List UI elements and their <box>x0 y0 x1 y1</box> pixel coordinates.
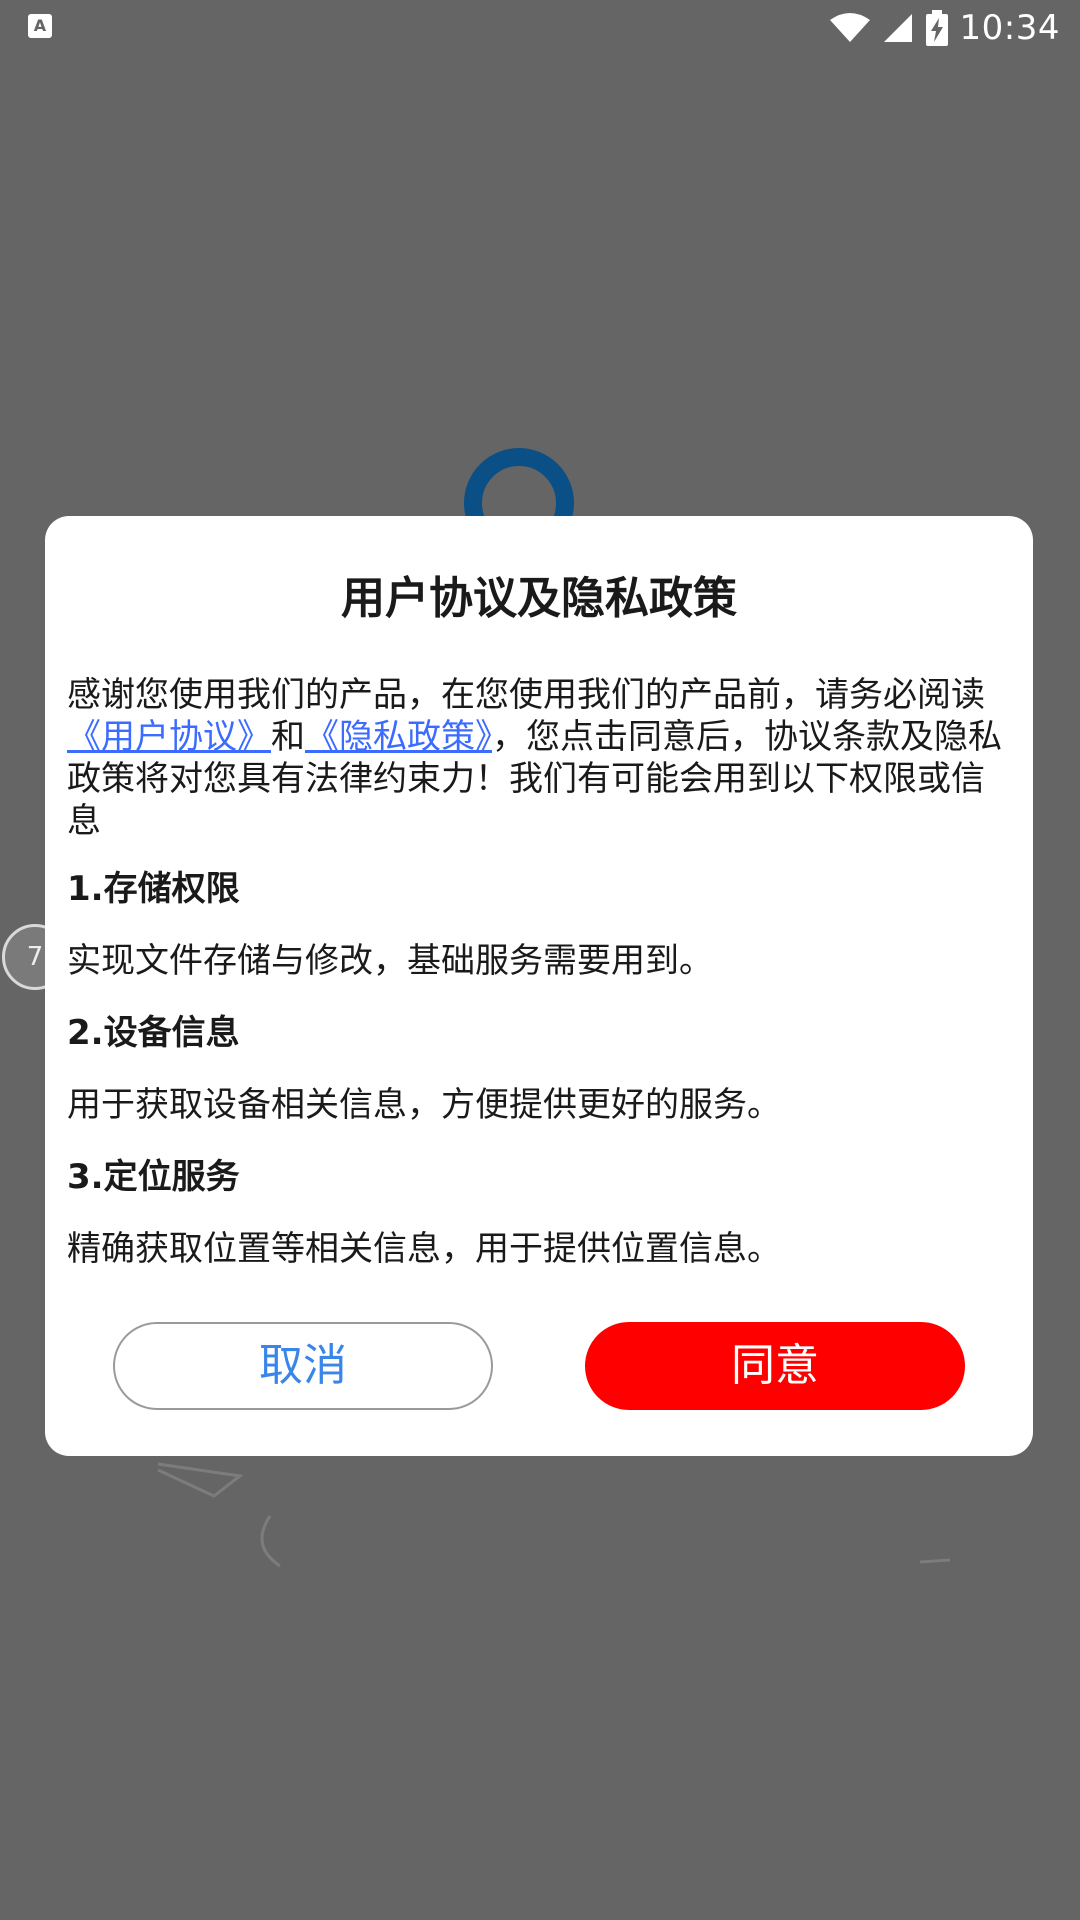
wifi-icon <box>829 13 870 42</box>
status-bar: A 10:34 <box>0 0 1080 56</box>
permission-title: 1.存储权限 <box>67 869 240 909</box>
dialog-title: 用户协议及隐私政策 <box>341 573 737 624</box>
permission-item-location: 3.定位服务 精确获取位置等相关信息，用于提供位置信息。 <box>67 1156 1011 1270</box>
permission-title: 3.定位服务 <box>67 1157 240 1197</box>
privacy-policy-link[interactable]: 《隐私政策》 <box>305 717 492 757</box>
intro-and: 和 <box>271 717 305 757</box>
app-screen: A 10:34 7 用户协议及隐私政策 感谢您使用我们的产品，在您使用我们的产品… <box>0 0 1080 1920</box>
permission-desc: 实现文件存储与修改，基础服务需要用到。 <box>67 941 713 981</box>
battery-charging-icon <box>925 10 948 46</box>
countdown-text: 7 <box>26 942 44 972</box>
permission-item-storage: 1.存储权限 实现文件存储与修改，基础服务需要用到。 <box>67 868 1011 982</box>
notification-app-icon: A <box>28 14 52 38</box>
agree-button[interactable]: 同意 <box>585 1322 965 1410</box>
permission-item-device-info: 2.设备信息 用于获取设备相关信息，方便提供更好的服务。 <box>67 1012 1011 1126</box>
permission-desc: 用于获取设备相关信息，方便提供更好的服务。 <box>67 1085 781 1125</box>
privacy-agreement-dialog: 用户协议及隐私政策 感谢您使用我们的产品，在您使用我们的产品前，请务必阅读《用户… <box>45 516 1033 1456</box>
status-time: 10:34 <box>959 8 1060 48</box>
cancel-button[interactable]: 取消 <box>113 1322 493 1410</box>
permission-title: 2.设备信息 <box>67 1013 240 1053</box>
cell-signal-icon <box>883 14 912 42</box>
splash-artwork-decoration <box>157 1462 951 1568</box>
status-indicators: 10:34 <box>829 6 1060 50</box>
user-agreement-link[interactable]: 《用户协议》 <box>67 717 271 757</box>
permission-desc: 精确获取位置等相关信息，用于提供位置信息。 <box>67 1229 781 1269</box>
intro-prefix: 感谢您使用我们的产品，在您使用我们的产品前，请务必阅读 <box>67 675 985 715</box>
dialog-intro-text: 感谢您使用我们的产品，在您使用我们的产品前，请务必阅读《用户协议》和《隐私政策》… <box>67 674 1011 842</box>
